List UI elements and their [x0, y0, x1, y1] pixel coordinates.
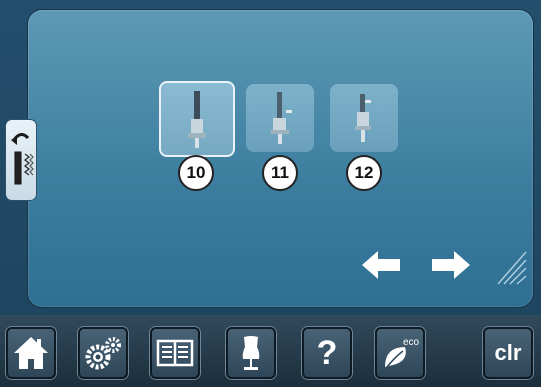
- eco-leaf-icon: eco: [385, 337, 420, 368]
- creative-consultant-button[interactable]: [226, 327, 276, 379]
- presser-foot-11-icon: [271, 92, 292, 144]
- presser-foot-10-button[interactable]: [159, 81, 235, 157]
- arrow-right-icon[interactable]: [428, 245, 474, 285]
- help-button[interactable]: ?: [302, 327, 352, 379]
- dress-form-icon: [242, 336, 260, 370]
- gears-icon: [85, 337, 121, 370]
- presser-foot-selection-icon: [11, 133, 34, 185]
- eco-label: eco: [403, 337, 420, 348]
- presser-foot-10-icon: [188, 91, 206, 148]
- arrow-left-icon[interactable]: [358, 245, 404, 285]
- foot-number-label: 12: [346, 155, 382, 191]
- presser-foot-12-icon: [355, 94, 371, 142]
- setup-button[interactable]: [78, 327, 128, 379]
- foot-number-label: 11: [262, 155, 298, 191]
- clear-label: clr: [494, 340, 522, 365]
- book-icon: [156, 339, 194, 367]
- home-icon: [14, 337, 48, 369]
- eco-button[interactable]: eco: [375, 327, 425, 379]
- home-button[interactable]: [6, 327, 56, 379]
- display-screen: 10 11 12: [0, 0, 541, 315]
- tutorial-button[interactable]: [150, 327, 200, 379]
- foot-number-label: 10: [178, 155, 214, 191]
- help-label: ?: [316, 334, 338, 372]
- clear-button[interactable]: clr: [483, 327, 533, 379]
- presser-foot-11-button[interactable]: [246, 84, 314, 152]
- resize-grip-icon: [497, 251, 527, 285]
- presser-foot-12-button[interactable]: [330, 84, 398, 152]
- presser-foot-indicator-tab[interactable]: [6, 120, 36, 200]
